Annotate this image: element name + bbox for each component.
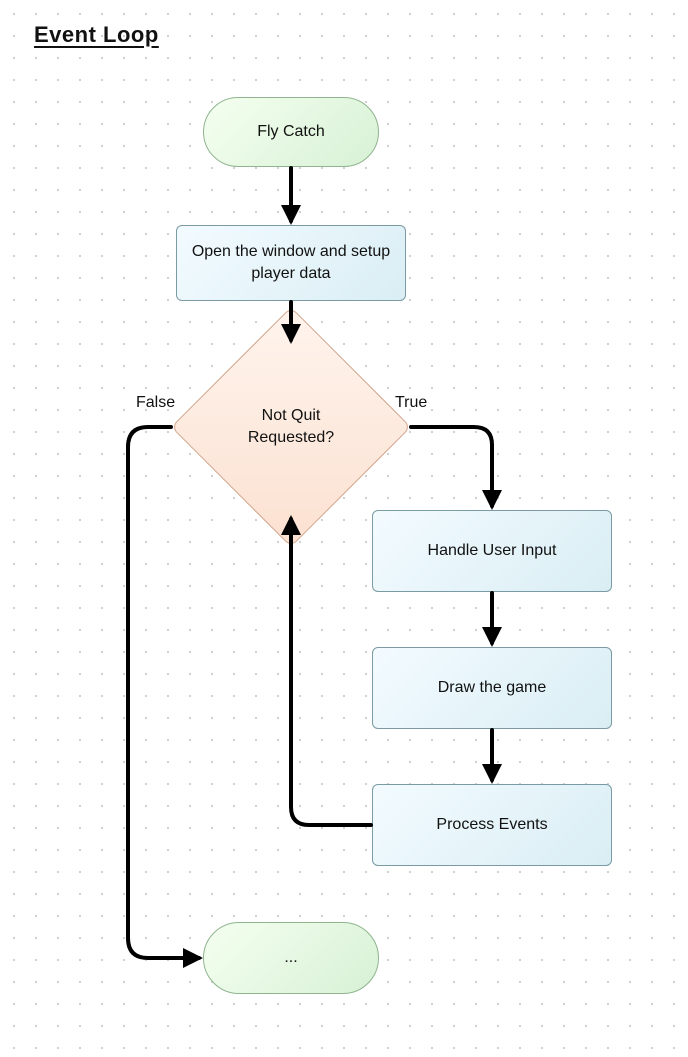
edge-true-to-handle-input [411,427,492,506]
node-decision-label: Not Quit Requested? [230,405,352,448]
node-draw: Draw the game [372,647,612,729]
diagram-title: Event Loop [34,22,159,48]
node-handle-input-label: Handle User Input [428,540,557,562]
node-process: Process Events [372,784,612,866]
node-end-label: ... [284,947,297,969]
node-start-label: Fly Catch [257,121,325,143]
node-end: ... [203,922,379,994]
edge-false-to-end [128,427,199,958]
node-draw-label: Draw the game [438,677,547,699]
node-setup-label: Open the window and setup player data [189,241,393,284]
edge-label-false: False [136,394,175,412]
node-setup: Open the window and setup player data [176,225,406,301]
node-handle-input: Handle User Input [372,510,612,592]
node-process-label: Process Events [436,814,547,836]
node-start: Fly Catch [203,97,379,167]
node-decision: Not Quit Requested? [206,342,376,512]
edge-process-to-decision [291,519,371,825]
edge-label-true: True [395,394,427,412]
flowchart-canvas: Event Loop Fly Catch Open the window and… [0,0,688,1057]
